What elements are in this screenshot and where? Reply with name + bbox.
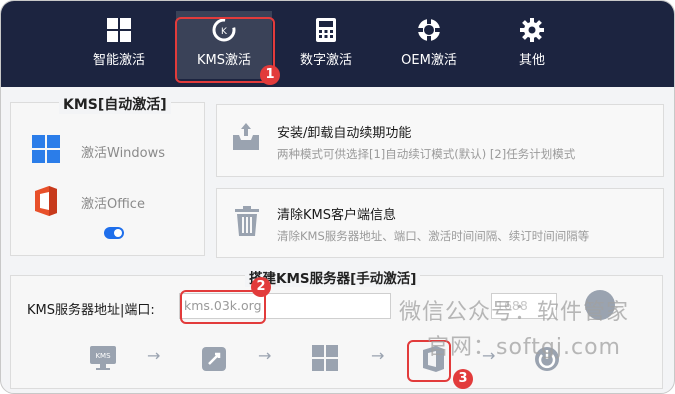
windows-step-icon xyxy=(312,345,338,371)
trash-icon xyxy=(235,206,259,236)
tab-oem-activation[interactable]: OEM激活 xyxy=(381,11,477,79)
highlight-server-input xyxy=(180,290,266,324)
toggle-knob xyxy=(114,229,122,237)
callout-badge-1: 1 xyxy=(260,65,280,85)
clear-kms-card[interactable] xyxy=(216,188,664,258)
tab-label: 其他 xyxy=(518,53,545,68)
windows-icon[interactable] xyxy=(31,134,61,164)
arrow-right-icon: → xyxy=(147,346,161,365)
callout-badge-2: 2 xyxy=(251,277,271,297)
kms-server-title: 搭建KMS服务器[手动激活] xyxy=(245,267,421,287)
office-icon[interactable] xyxy=(31,185,59,217)
grid-icon xyxy=(107,18,131,42)
tab-smart-activation[interactable]: 智能激活 xyxy=(71,11,167,79)
top-nav: 智能激活 K KMS激活 数字激活 OEM激活 其他 xyxy=(1,1,674,87)
auto-renew-title: 安装/卸载自动续期功能 xyxy=(277,126,412,141)
activate-windows-label[interactable]: 激活Windows xyxy=(81,142,165,161)
gear-icon xyxy=(520,18,544,42)
kms-auto-title: KMS[自动激活] xyxy=(59,94,171,114)
lifebuoy-icon xyxy=(417,18,441,42)
clear-kms-desc: 清除KMS服务器地址、端口、激活时间间隔、续订时间间隔等 xyxy=(277,229,590,243)
auto-renew-desc: 两种模式可供选择[1]自动续订模式(默认) [2]任务计划模式 xyxy=(277,147,576,161)
watermark-line2: 官网：softgj.com xyxy=(427,335,621,360)
callout-badge-3: 3 xyxy=(453,369,473,389)
tab-label: 智能激活 xyxy=(92,53,145,68)
tab-other[interactable]: 其他 xyxy=(484,11,580,79)
tab-label: 数字激活 xyxy=(299,53,352,68)
watermark-line1: 微信公众号：软件管家 xyxy=(399,300,630,325)
tab-digital-activation[interactable]: 数字激活 xyxy=(278,11,374,79)
svg-text:KMS: KMS xyxy=(95,352,111,360)
arrow-right-icon: → xyxy=(371,346,385,365)
toggle-switch[interactable] xyxy=(104,227,124,239)
app-window: 智能激活 K KMS激活 数字激活 OEM激活 其他 1 KMS[自动激活] 激… xyxy=(0,0,675,394)
kms-monitor-icon: KMS xyxy=(90,346,116,370)
arrow-right-icon: → xyxy=(258,346,272,365)
inbox-upload-icon xyxy=(233,123,259,150)
clear-kms-title: 清除KMS客户端信息 xyxy=(277,208,396,223)
tab-label: OEM激活 xyxy=(401,53,457,68)
server-address-label: KMS服务器地址|端口: xyxy=(27,303,155,318)
digital-calculator-icon xyxy=(316,18,336,42)
package-icon xyxy=(202,347,226,371)
activate-office-label[interactable]: 激活Office xyxy=(81,193,145,212)
